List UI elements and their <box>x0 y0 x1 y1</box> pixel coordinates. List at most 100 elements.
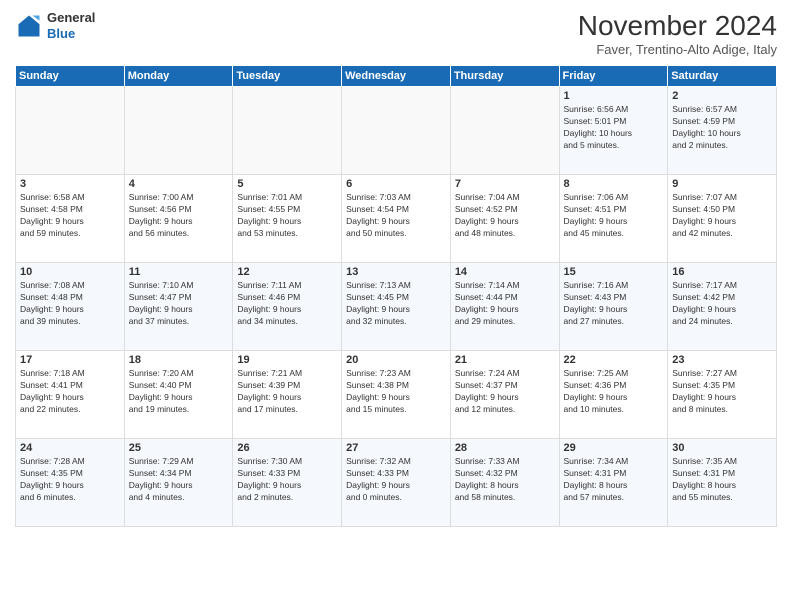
calendar-cell: 30Sunrise: 7:35 AM Sunset: 4:31 PM Dayli… <box>668 439 777 527</box>
day-info: Sunrise: 7:08 AM Sunset: 4:48 PM Dayligh… <box>20 280 120 328</box>
day-number: 21 <box>455 354 555 366</box>
day-number: 5 <box>237 178 337 190</box>
day-info: Sunrise: 7:24 AM Sunset: 4:37 PM Dayligh… <box>455 368 555 416</box>
calendar-cell <box>233 87 342 175</box>
calendar-cell: 6Sunrise: 7:03 AM Sunset: 4:54 PM Daylig… <box>342 175 451 263</box>
subtitle: Faver, Trentino-Alto Adige, Italy <box>578 42 777 57</box>
day-header-tuesday: Tuesday <box>233 66 342 87</box>
calendar-cell: 17 Sunrise: 7:18 AM Sunset: 4:41 PM Dayli… <box>16 351 125 439</box>
calendar-cell: 7Sunrise: 7:04 AM Sunset: 4:52 PM Daylig… <box>450 175 559 263</box>
calendar-cell <box>450 87 559 175</box>
day-number: 4 <box>129 178 229 190</box>
day-header-monday: Monday <box>124 66 233 87</box>
day-info: Sunrise: 7:18 AM Sunset: 4:41 PM Dayligh… <box>20 368 120 416</box>
day-number: 28 <box>455 442 555 454</box>
week-row-4: 17 Sunrise: 7:18 AM Sunset: 4:41 PM Dayli… <box>16 351 777 439</box>
calendar-cell: 23 Sunrise: 7:27 AM Sunset: 4:35 PM Dayli… <box>668 351 777 439</box>
day-info: Sunrise: 7:04 AM Sunset: 4:52 PM Dayligh… <box>455 192 555 240</box>
day-info: Sunrise: 7:06 AM Sunset: 4:51 PM Dayligh… <box>564 192 664 240</box>
calendar-cell: 13 Sunrise: 7:13 AM Sunset: 4:45 PM Dayli… <box>342 263 451 351</box>
day-info: Sunrise: 7:20 AM Sunset: 4:40 PM Dayligh… <box>129 368 229 416</box>
day-number: 17 <box>20 354 120 366</box>
month-title: November 2024 <box>578 10 777 42</box>
calendar-cell: 9Sunrise: 7:07 AM Sunset: 4:50 PM Daylig… <box>668 175 777 263</box>
calendar-cell: 24 Sunrise: 7:28 AM Sunset: 4:35 PM Dayli… <box>16 439 125 527</box>
day-number: 10 <box>20 266 120 278</box>
calendar: SundayMondayTuesdayWednesdayThursdayFrid… <box>15 65 777 527</box>
day-info: Sunrise: 7:11 AM Sunset: 4:46 PM Dayligh… <box>237 280 337 328</box>
day-number: 20 <box>346 354 446 366</box>
day-info: Sunrise: 7:29 AM Sunset: 4:34 PM Dayligh… <box>129 456 229 504</box>
day-number: 9 <box>672 178 772 190</box>
header: General Blue November 2024 Faver, Trenti… <box>15 10 777 57</box>
calendar-cell: 16 Sunrise: 7:17 AM Sunset: 4:42 PM Dayli… <box>668 263 777 351</box>
week-row-2: 3Sunrise: 6:58 AM Sunset: 4:58 PM Daylig… <box>16 175 777 263</box>
calendar-header-row: SundayMondayTuesdayWednesdayThursdayFrid… <box>16 66 777 87</box>
calendar-cell: 25 Sunrise: 7:29 AM Sunset: 4:34 PM Dayli… <box>124 439 233 527</box>
logo-line1: General <box>47 10 95 25</box>
day-number: 24 <box>20 442 120 454</box>
calendar-cell: 20 Sunrise: 7:23 AM Sunset: 4:38 PM Dayli… <box>342 351 451 439</box>
day-number: 19 <box>237 354 337 366</box>
calendar-cell <box>124 87 233 175</box>
logo: General Blue <box>15 10 95 41</box>
day-info: Sunrise: 7:34 AM Sunset: 4:31 PM Dayligh… <box>564 456 664 504</box>
calendar-cell <box>16 87 125 175</box>
day-number: 25 <box>129 442 229 454</box>
calendar-cell: 18Sunrise: 7:20 AM Sunset: 4:40 PM Dayli… <box>124 351 233 439</box>
day-number: 29 <box>564 442 664 454</box>
calendar-cell: 8Sunrise: 7:06 AM Sunset: 4:51 PM Daylig… <box>559 175 668 263</box>
week-row-3: 10 Sunrise: 7:08 AM Sunset: 4:48 PM Dayli… <box>16 263 777 351</box>
calendar-cell: 1 Sunrise: 6:56 AM Sunset: 5:01 PM Daylig… <box>559 87 668 175</box>
day-header-sunday: Sunday <box>16 66 125 87</box>
day-number: 15 <box>564 266 664 278</box>
day-info: Sunrise: 7:28 AM Sunset: 4:35 PM Dayligh… <box>20 456 120 504</box>
calendar-cell: 5 Sunrise: 7:01 AM Sunset: 4:55 PM Daylig… <box>233 175 342 263</box>
day-number: 2 <box>672 90 772 102</box>
day-info: Sunrise: 7:27 AM Sunset: 4:35 PM Dayligh… <box>672 368 772 416</box>
calendar-cell: 12Sunrise: 7:11 AM Sunset: 4:46 PM Dayli… <box>233 263 342 351</box>
page: General Blue November 2024 Faver, Trenti… <box>0 0 792 612</box>
calendar-cell: 15Sunrise: 7:16 AM Sunset: 4:43 PM Dayli… <box>559 263 668 351</box>
calendar-cell: 22Sunrise: 7:25 AM Sunset: 4:36 PM Dayli… <box>559 351 668 439</box>
calendar-cell: 26Sunrise: 7:30 AM Sunset: 4:33 PM Dayli… <box>233 439 342 527</box>
logo-line2: Blue <box>47 26 75 41</box>
day-info: Sunrise: 7:01 AM Sunset: 4:55 PM Dayligh… <box>237 192 337 240</box>
calendar-cell: 10 Sunrise: 7:08 AM Sunset: 4:48 PM Dayli… <box>16 263 125 351</box>
day-number: 3 <box>20 178 120 190</box>
calendar-cell: 19 Sunrise: 7:21 AM Sunset: 4:39 PM Dayli… <box>233 351 342 439</box>
logo-icon <box>15 12 43 40</box>
day-number: 1 <box>564 90 664 102</box>
day-number: 14 <box>455 266 555 278</box>
day-info: Sunrise: 6:57 AM Sunset: 4:59 PM Dayligh… <box>672 104 772 152</box>
day-info: Sunrise: 7:21 AM Sunset: 4:39 PM Dayligh… <box>237 368 337 416</box>
day-info: Sunrise: 7:33 AM Sunset: 4:32 PM Dayligh… <box>455 456 555 504</box>
day-info: Sunrise: 6:56 AM Sunset: 5:01 PM Dayligh… <box>564 104 664 152</box>
day-number: 11 <box>129 266 229 278</box>
calendar-cell: 21 Sunrise: 7:24 AM Sunset: 4:37 PM Dayli… <box>450 351 559 439</box>
day-number: 27 <box>346 442 446 454</box>
day-number: 23 <box>672 354 772 366</box>
day-header-wednesday: Wednesday <box>342 66 451 87</box>
logo-text: General Blue <box>47 10 95 41</box>
calendar-cell: 29 Sunrise: 7:34 AM Sunset: 4:31 PM Dayli… <box>559 439 668 527</box>
calendar-cell: 4 Sunrise: 7:00 AM Sunset: 4:56 PM Daylig… <box>124 175 233 263</box>
day-number: 22 <box>564 354 664 366</box>
day-info: Sunrise: 7:10 AM Sunset: 4:47 PM Dayligh… <box>129 280 229 328</box>
day-number: 26 <box>237 442 337 454</box>
calendar-cell <box>342 87 451 175</box>
day-number: 16 <box>672 266 772 278</box>
day-info: Sunrise: 7:17 AM Sunset: 4:42 PM Dayligh… <box>672 280 772 328</box>
calendar-cell: 2 Sunrise: 6:57 AM Sunset: 4:59 PM Daylig… <box>668 87 777 175</box>
day-number: 13 <box>346 266 446 278</box>
day-info: Sunrise: 7:13 AM Sunset: 4:45 PM Dayligh… <box>346 280 446 328</box>
day-info: Sunrise: 7:23 AM Sunset: 4:38 PM Dayligh… <box>346 368 446 416</box>
title-block: November 2024 Faver, Trentino-Alto Adige… <box>578 10 777 57</box>
calendar-cell: 3Sunrise: 6:58 AM Sunset: 4:58 PM Daylig… <box>16 175 125 263</box>
calendar-cell: 27 Sunrise: 7:32 AM Sunset: 4:33 PM Dayli… <box>342 439 451 527</box>
day-info: Sunrise: 7:00 AM Sunset: 4:56 PM Dayligh… <box>129 192 229 240</box>
day-header-friday: Friday <box>559 66 668 87</box>
day-info: Sunrise: 7:32 AM Sunset: 4:33 PM Dayligh… <box>346 456 446 504</box>
day-number: 30 <box>672 442 772 454</box>
week-row-5: 24 Sunrise: 7:28 AM Sunset: 4:35 PM Dayli… <box>16 439 777 527</box>
